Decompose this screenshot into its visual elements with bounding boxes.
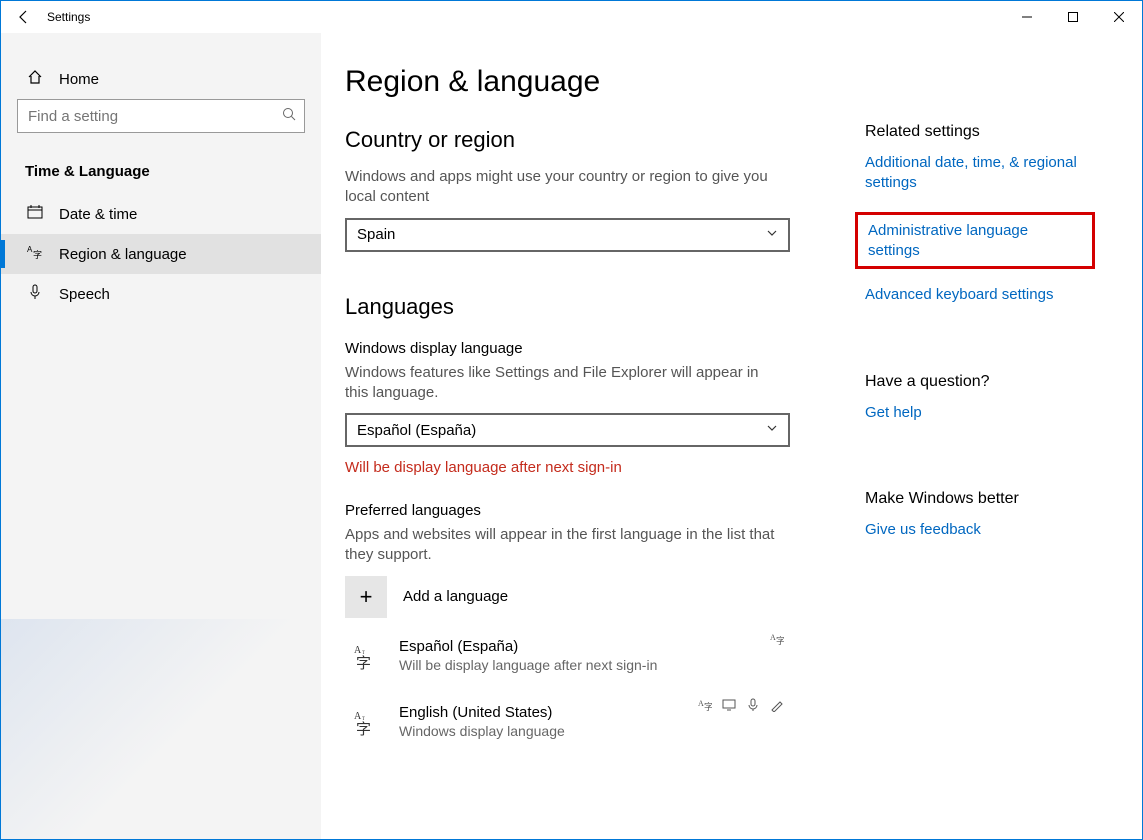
related-settings-title: Related settings [865, 123, 1142, 141]
svg-text:A: A [354, 711, 362, 722]
display-icon [722, 698, 736, 717]
speech-icon [746, 698, 760, 717]
svg-text:字: 字 [356, 655, 371, 670]
page-title: Region & language [345, 65, 855, 99]
handwriting-icon [770, 698, 784, 717]
language-sub: Windows display language [399, 723, 790, 739]
add-language-button[interactable]: + Add a language [345, 576, 855, 618]
link-admin-language-settings[interactable]: Administrative language settings [855, 212, 1095, 269]
titlebar: Settings [1, 1, 1142, 33]
sidebar-item-region[interactable]: A字 Region & language [1, 234, 321, 274]
language-name: Español (España) [399, 638, 790, 655]
home-icon [25, 69, 45, 90]
window-title: Settings [47, 10, 90, 24]
chevron-down-icon [766, 422, 778, 438]
search-icon [282, 107, 296, 125]
preferred-lang-desc: Apps and websites will appear in the fir… [345, 525, 785, 566]
preferred-lang-label: Preferred languages [345, 502, 855, 519]
language-icon: Aᵀ字 [345, 635, 387, 677]
display-lang-select[interactable]: Español (España) [345, 413, 790, 447]
svg-text:字: 字 [33, 249, 42, 260]
tts-icon: A字 [770, 632, 784, 651]
section-languages-title: Languages [345, 294, 855, 320]
back-button[interactable] [1, 1, 47, 33]
display-lang-value: Español (España) [357, 422, 766, 439]
chevron-down-icon [766, 227, 778, 243]
sidebar-item-datetime[interactable]: Date & time [1, 194, 321, 234]
language-icon: Aᵀ字 [345, 701, 387, 743]
region-icon: A字 [25, 244, 45, 265]
add-language-label: Add a language [403, 588, 508, 605]
search-field[interactable] [26, 107, 282, 126]
sidebar-home-label: Home [59, 71, 99, 88]
close-button[interactable] [1096, 1, 1142, 33]
country-value: Spain [357, 226, 766, 243]
content-pane: Region & language Country or region Wind… [345, 53, 855, 839]
improve-title: Make Windows better [865, 490, 1142, 508]
section-country-title: Country or region [345, 127, 855, 153]
minimize-button[interactable] [1004, 1, 1050, 33]
sidebar: Home Time & Language Date & time [1, 33, 321, 839]
maximize-button[interactable] [1050, 1, 1096, 33]
sidebar-item-label: Region & language [59, 246, 187, 263]
speech-icon [25, 284, 45, 305]
plus-icon: + [345, 576, 387, 618]
tts-icon: A字 [698, 698, 712, 717]
right-pane: Related settings Additional date, time, … [855, 53, 1142, 839]
link-keyboard-settings[interactable]: Advanced keyboard settings [865, 285, 1053, 305]
country-desc: Windows and apps might use your country … [345, 167, 785, 208]
svg-text:字: 字 [776, 635, 784, 646]
link-feedback[interactable]: Give us feedback [865, 520, 981, 540]
sidebar-group-label: Time & Language [1, 163, 321, 180]
search-input[interactable] [17, 99, 305, 133]
svg-text:字: 字 [356, 721, 371, 736]
svg-text:A: A [354, 645, 362, 656]
sidebar-item-speech[interactable]: Speech [1, 274, 321, 314]
sidebar-home[interactable]: Home [1, 59, 321, 99]
datetime-icon [25, 204, 45, 225]
country-select[interactable]: Spain [345, 218, 790, 252]
language-entry-en[interactable]: Aᵀ字 English (United States) Windows disp… [345, 694, 790, 750]
display-lang-label: Windows display language [345, 340, 855, 357]
svg-text:字: 字 [704, 701, 712, 712]
display-lang-desc: Windows features like Settings and File … [345, 363, 785, 404]
link-additional-settings[interactable]: Additional date, time, & regional settin… [865, 153, 1095, 192]
link-get-help[interactable]: Get help [865, 403, 922, 423]
sidebar-item-label: Speech [59, 286, 110, 303]
display-lang-warning: Will be display language after next sign… [345, 459, 855, 476]
question-title: Have a question? [865, 373, 1142, 391]
language-sub: Will be display language after next sign… [399, 657, 790, 673]
language-entry-es[interactable]: Aᵀ字 Español (España) Will be display lan… [345, 628, 790, 684]
sidebar-item-label: Date & time [59, 206, 137, 223]
